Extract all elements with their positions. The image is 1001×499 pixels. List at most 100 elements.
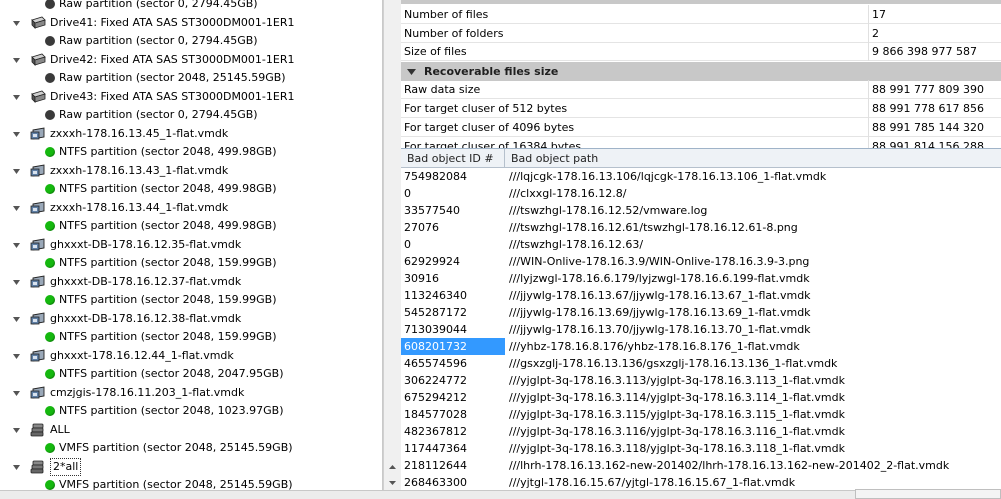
bad-object-id: 713039044 xyxy=(404,323,467,336)
bad-object-id: 545287172 xyxy=(404,306,467,319)
property-value: 17 xyxy=(868,5,1001,24)
raid-stack-icon xyxy=(30,423,44,436)
tree-node-label: NTFS partition (sector 2048, 159.99GB) xyxy=(59,330,277,343)
expand-triangle-icon[interactable] xyxy=(12,56,21,65)
table-row[interactable]: 0 ///tswzhgl-178.16.12.63/ xyxy=(401,236,1001,253)
green-dot-icon xyxy=(45,147,55,157)
collapse-triangle-icon[interactable] xyxy=(407,69,416,76)
column-header-id[interactable]: Bad object ID # xyxy=(401,149,505,168)
bad-object-id: 754982084 xyxy=(404,170,467,183)
tree-node-drive[interactable]: Drive41: Fixed ATA SAS ST3000DM001-1ER1 xyxy=(0,14,382,32)
tree-node-partition[interactable]: NTFS partition (sector 2048, 2047.95GB) xyxy=(0,365,382,383)
expand-triangle-icon[interactable] xyxy=(12,352,21,361)
tree-node-partition[interactable]: NTFS partition (sector 2048, 499.98GB) xyxy=(0,180,382,198)
tree-node-drive[interactable]: zxxxh-178.16.13.43_1-flat.vmdk xyxy=(0,162,382,180)
section-header-recoverable[interactable]: Recoverable files size xyxy=(401,62,1001,81)
bad-object-id: 306224772 xyxy=(404,374,467,387)
expand-triangle-icon[interactable] xyxy=(12,315,21,324)
table-row[interactable]: 465574596 ///gsxzglj-178.16.13.136/gsxzgl… xyxy=(401,355,1001,372)
tree-node-partition[interactable]: NTFS partition (sector 2048, 159.99GB) xyxy=(0,328,382,346)
tree-node-partition[interactable]: Raw partition (sector 2048, 25145.59GB) xyxy=(0,69,382,87)
tree-node-partition[interactable]: VMFS partition (sector 2048, 25145.59GB) xyxy=(0,439,382,457)
raid-stack-icon xyxy=(30,460,44,473)
tree-node-drive[interactable]: ALL xyxy=(0,421,382,439)
expand-triangle-icon[interactable] xyxy=(12,463,21,472)
table-row[interactable]: 713039044 ///jjywlg-178.16.13.70/jjywlg-1… xyxy=(401,321,1001,338)
table-row[interactable]: 27076 ///tswzhgl-178.16.12.61/tswzhgl-178… xyxy=(401,219,1001,236)
table-row[interactable]: 184577028 ///yjglpt-3q-178.16.3.115/yjglp… xyxy=(401,406,1001,423)
bad-object-path: ///lyjzwgl-178.16.6.179/lyjzwgl-178.16.6… xyxy=(509,272,810,285)
table-row[interactable]: 218112644 ///lhrh-178.16.13.162-new-20140… xyxy=(401,457,1001,474)
tree-node-drive[interactable]: zxxxh-178.16.13.45_1-flat.vmdk xyxy=(0,125,382,143)
tree-node-label: Drive42: Fixed ATA SAS ST3000DM001-1ER1 xyxy=(50,52,295,66)
expand-triangle-icon[interactable] xyxy=(12,167,21,176)
table-row[interactable]: 306224772 ///yjglpt-3q-178.16.3.113/yjglp… xyxy=(401,372,1001,389)
tree-scrollbar[interactable] xyxy=(383,0,401,490)
expand-triangle-icon[interactable] xyxy=(12,93,21,102)
tree-node-partition[interactable]: NTFS partition (sector 2048, 159.99GB) xyxy=(0,254,382,272)
property-row: For target cluser of 16384 bytes 88 991 8… xyxy=(401,137,1001,148)
tree-node-drive[interactable]: ghxxxt-DB-178.16.12.37-flat.vmdk xyxy=(0,273,382,291)
tree-node-drive[interactable]: Drive42: Fixed ATA SAS ST3000DM001-1ER1 xyxy=(0,51,382,69)
expand-triangle-icon[interactable] xyxy=(12,426,21,435)
expand-triangle-icon[interactable] xyxy=(12,389,21,398)
tree-node-partition[interactable]: VMFS partition (sector 2048, 25145.59GB) xyxy=(0,476,382,490)
table-row[interactable]: 33577540 ///tswzhgl-178.16.12.52/vmware.l… xyxy=(401,202,1001,219)
tree-node-label: Raw partition (sector 0, 2794.45GB) xyxy=(59,0,258,10)
tree-node-partition[interactable]: Raw partition (sector 0, 2794.45GB) xyxy=(0,106,382,124)
bad-object-path: ///yjglpt-3q-178.16.3.115/yjglpt-3q-178.… xyxy=(509,408,845,421)
tree-node-label: NTFS partition (sector 2048, 159.99GB) xyxy=(59,256,277,269)
table-row[interactable]: 62929924 ///WIN-Onlive-178.16.3.9/WIN-Onl… xyxy=(401,253,1001,270)
expand-triangle-icon[interactable] xyxy=(12,241,21,250)
table-row[interactable]: 113246340 ///jjywlg-178.16.13.67/jjywlg-1… xyxy=(401,287,1001,304)
table-row[interactable]: 482367812 ///yjglpt-3q-178.16.3.116/yjglp… xyxy=(401,423,1001,440)
scroll-down-arrow-icon[interactable] xyxy=(386,476,399,489)
bad-objects-list[interactable]: Bad object ID # Bad object path 75498208… xyxy=(401,148,1001,490)
bad-object-path: ///yjglpt-3q-178.16.3.114/yjglpt-3q-178.… xyxy=(509,391,845,404)
virtual-disk-icon xyxy=(30,311,45,325)
tree-node-drive[interactable]: zxxxh-178.16.13.44_1-flat.vmdk xyxy=(0,199,382,217)
property-name: Number of files xyxy=(404,8,489,21)
tree-node-label: cmzjgis-178.16.11.203_1-flat.vmdk xyxy=(50,385,245,399)
property-row: Size of files 9 866 398 977 587 xyxy=(401,42,1001,62)
tree-node-partition[interactable]: NTFS partition (sector 2048, 499.98GB) xyxy=(0,143,382,161)
table-row[interactable]: 754982084 ///lqjcgk-178.16.13.106/lqjcgk-… xyxy=(401,168,1001,185)
tree-node-partition[interactable]: NTFS partition (sector 2048, 159.99GB) xyxy=(0,291,382,309)
expand-triangle-icon[interactable] xyxy=(12,130,21,139)
expand-triangle-icon[interactable] xyxy=(12,204,21,213)
scroll-up-arrow-icon[interactable] xyxy=(386,461,399,474)
table-row[interactable]: 0 ///clxxgl-178.16.12.8/ xyxy=(401,185,1001,202)
tree-node-partition[interactable]: Raw partition (sector 0, 2794.45GB) xyxy=(0,0,382,13)
tree-node-label: zxxxh-178.16.13.45_1-flat.vmdk xyxy=(50,126,229,140)
tree-node-drive[interactable]: Drive43: Fixed ATA SAS ST3000DM001-1ER1 xyxy=(0,88,382,106)
column-header-path[interactable]: Bad object path xyxy=(505,149,1001,168)
expand-triangle-icon[interactable] xyxy=(12,278,21,287)
device-tree-panel[interactable]: Raw partition (sector 0, 2794.45GB) Drive… xyxy=(0,0,383,490)
tree-node-partition[interactable]: NTFS partition (sector 2048, 1023.97GB) xyxy=(0,402,382,420)
tree-node-drive[interactable]: 2*all xyxy=(0,457,382,476)
tree-node-drive[interactable]: cmzjgis-178.16.11.203_1-flat.vmdk xyxy=(0,384,382,402)
property-row: For target cluser of 4096 bytes 88 991 78… xyxy=(401,118,1001,137)
table-row[interactable]: 268463300 ///yjtgl-178.16.15.67/yjtgl-178… xyxy=(401,474,1001,490)
tree-node-partition[interactable]: NTFS partition (sector 2048, 499.98GB) xyxy=(0,217,382,235)
table-row[interactable]: 545287172 ///jjywlg-178.16.13.69/jjywlg-1… xyxy=(401,304,1001,321)
bad-object-path: ///jjywlg-178.16.13.70/jjywlg-178.16.13.… xyxy=(509,323,811,336)
tree-node-drive[interactable]: ghxxxt-DB-178.16.12.38-flat.vmdk xyxy=(0,310,382,328)
property-value: 88 991 777 809 390 xyxy=(868,80,1001,99)
tree-node-drive[interactable]: ghxxxt-DB-178.16.12.35-flat.vmdk xyxy=(0,236,382,254)
property-value: 88 991 814 156 288 xyxy=(868,137,1001,148)
dark-dot-icon xyxy=(45,36,55,46)
table-row[interactable]: 608201732 ///yhbz-178.16.8.176/yhbz-178.1… xyxy=(401,338,1001,355)
tree-node-label: NTFS partition (sector 2048, 499.98GB) xyxy=(59,219,277,232)
tree-node-partition[interactable]: Raw partition (sector 0, 2794.45GB) xyxy=(0,32,382,50)
expand-triangle-icon[interactable] xyxy=(12,19,21,28)
bad-object-id: 0 xyxy=(404,187,411,200)
table-row[interactable]: 675294212 ///yjglpt-3q-178.16.3.114/yjglp… xyxy=(401,389,1001,406)
property-name: For target cluser of 512 bytes xyxy=(404,102,568,115)
tree-node-drive[interactable]: ghxxxt-178.16.12.44_1-flat.vmdk xyxy=(0,347,382,365)
tree-node-label: NTFS partition (sector 2048, 159.99GB) xyxy=(59,293,277,306)
virtual-disk-icon xyxy=(30,274,45,288)
tree-node-label: Drive43: Fixed ATA SAS ST3000DM001-1ER1 xyxy=(50,89,295,103)
table-row[interactable]: 30916 ///lyjzwgl-178.16.6.179/lyjzwgl-178… xyxy=(401,270,1001,287)
table-row[interactable]: 117447364 ///yjglpt-3q-178.16.3.118/yjglp… xyxy=(401,440,1001,457)
